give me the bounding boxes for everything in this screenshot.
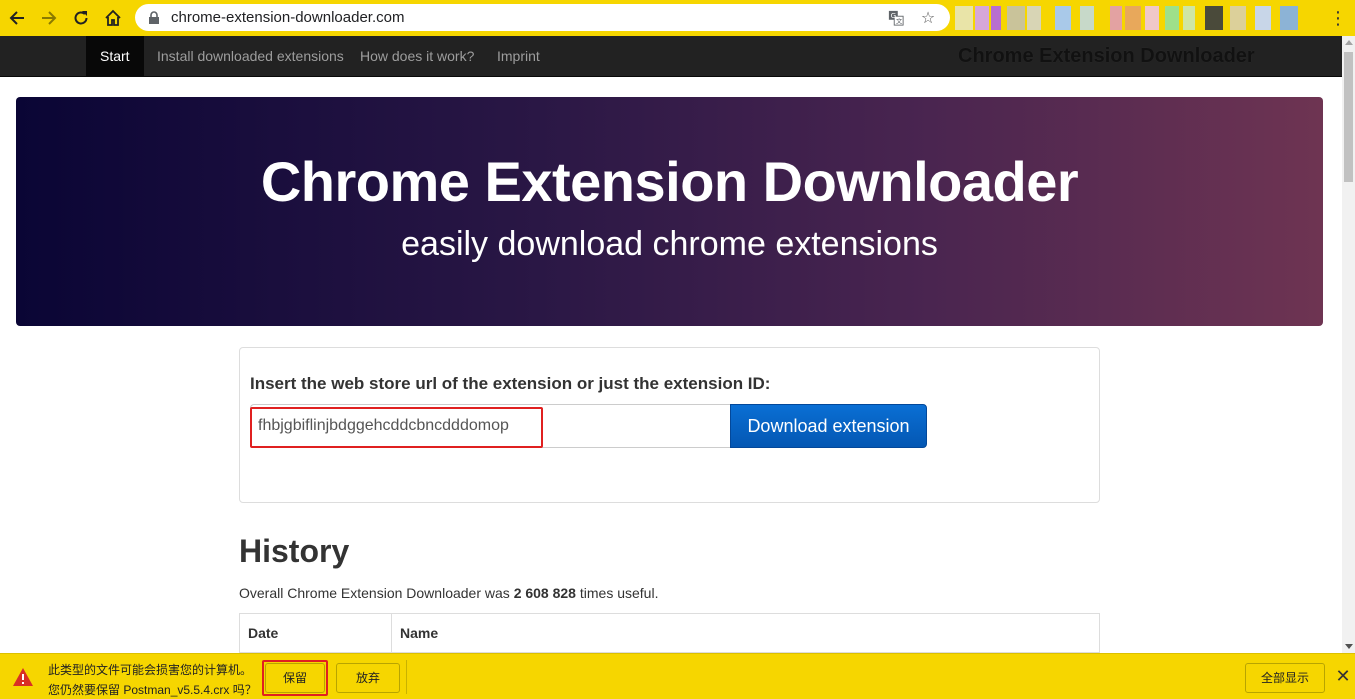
- form-label: Insert the web store url of the extensio…: [250, 374, 771, 393]
- warning-icon: [12, 667, 34, 687]
- page-scrollbar[interactable]: [1342, 36, 1355, 653]
- url-text: chrome-extension-downloader.com: [171, 9, 405, 26]
- hero-subtitle: easily download chrome extensions: [401, 225, 938, 263]
- extension-icon[interactable]: [1145, 6, 1159, 30]
- extension-icon[interactable]: [1110, 6, 1122, 30]
- extension-icon[interactable]: [1165, 6, 1179, 30]
- extension-icon[interactable]: [975, 6, 989, 30]
- lock-icon: [147, 10, 161, 25]
- forward-arrow-icon[interactable]: [33, 2, 65, 34]
- download-bar: 此类型的文件可能会损害您的计算机。 您仍然要保留 Postman_v5.5.4.…: [0, 653, 1355, 699]
- svg-text:文: 文: [896, 17, 903, 25]
- history-count: 2 608 828: [513, 585, 576, 601]
- history-summary: Overall Chrome Extension Downloader was …: [239, 585, 658, 601]
- extension-icon[interactable]: [1280, 6, 1298, 30]
- hero-title: Chrome Extension Downloader: [260, 150, 1079, 213]
- scroll-up-icon[interactable]: [1345, 40, 1353, 45]
- download-bar-divider: [406, 660, 407, 694]
- column-header-date: Date: [240, 614, 392, 652]
- show-all-button[interactable]: 全部显示: [1245, 663, 1325, 693]
- hero-banner: Chrome Extension Downloader easily downl…: [16, 97, 1323, 326]
- kebab-menu-icon[interactable]: ⋮: [1328, 6, 1348, 30]
- extension-icon[interactable]: [1125, 6, 1141, 30]
- navbar-brand[interactable]: Chrome Extension Downloader: [958, 36, 1255, 76]
- translate-icon[interactable]: G文: [886, 8, 906, 28]
- keep-highlight-box: [262, 660, 328, 696]
- scrollbar-thumb[interactable]: [1344, 52, 1353, 182]
- extension-icons-area: [955, 6, 1325, 30]
- history-text-suffix: times useful.: [575, 585, 659, 601]
- history-text-prefix: Overall Chrome Extension Downloader was: [239, 585, 514, 601]
- download-warning-line1: 此类型的文件可能会损害您的计算机。: [48, 663, 253, 677]
- close-icon[interactable]: ✕: [1334, 667, 1352, 685]
- download-extension-button[interactable]: Download extension: [730, 404, 927, 448]
- extension-icon[interactable]: [1080, 6, 1094, 30]
- extension-icon[interactable]: [991, 6, 1001, 30]
- back-arrow-icon[interactable]: [1, 2, 33, 34]
- history-title: History: [239, 533, 350, 569]
- download-form-panel: Insert the web store url of the extensio…: [239, 347, 1100, 503]
- extension-icon[interactable]: [955, 6, 973, 30]
- nav-imprint[interactable]: Imprint: [483, 36, 554, 76]
- extension-icon[interactable]: [1055, 6, 1071, 30]
- star-icon[interactable]: ☆: [918, 8, 938, 28]
- site-navbar: Start Install downloaded extensions How …: [0, 36, 1342, 77]
- scroll-down-icon[interactable]: [1345, 644, 1353, 649]
- home-icon[interactable]: [97, 2, 129, 34]
- extension-icon[interactable]: [1205, 6, 1223, 30]
- extension-icon[interactable]: [1255, 6, 1271, 30]
- reload-icon[interactable]: [65, 2, 97, 34]
- extension-icon[interactable]: [1027, 6, 1041, 30]
- column-header-name: Name: [400, 625, 439, 641]
- extension-icon[interactable]: [1007, 6, 1025, 30]
- download-warning-line2: 您仍然要保留 Postman_v5.5.4.crx 吗？: [48, 683, 257, 697]
- extension-icon[interactable]: [1183, 6, 1195, 30]
- address-bar[interactable]: chrome-extension-downloader.com G文 ☆: [135, 4, 950, 31]
- input-highlight-box: [250, 407, 543, 448]
- browser-toolbar: chrome-extension-downloader.com G文 ☆ ⋮: [0, 0, 1355, 36]
- discard-button[interactable]: 放弃: [336, 663, 400, 693]
- nav-start[interactable]: Start: [86, 36, 144, 76]
- extension-icon[interactable]: [1230, 6, 1246, 30]
- nav-install-downloaded-extensions[interactable]: Install downloaded extensions: [143, 36, 358, 76]
- nav-how-does-it-work[interactable]: How does it work?: [346, 36, 488, 76]
- history-table: Date Name: [239, 613, 1100, 658]
